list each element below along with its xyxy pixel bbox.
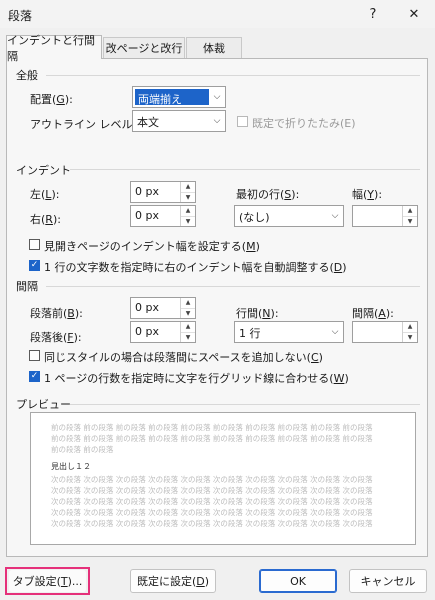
indent-width-input[interactable]: ▲ ▼ [352, 205, 418, 227]
snap-to-grid-checkbox[interactable]: ✓ [29, 371, 40, 382]
space-after-label: 段落後(F): [30, 331, 82, 344]
preview-current-text: 見出し１２ [51, 462, 91, 471]
preview-next-line: 次の段落 次の段落 次の段落 次の段落 次の段落 次の段落 次の段落 次の段落 … [51, 508, 373, 517]
collapse-default-label: 既定で折りたたみ(E) [252, 117, 356, 130]
preview-prev-line: 前の段落 前の段落 [51, 445, 114, 454]
preview-next-line: 次の段落 次の段落 次の段落 次の段落 次の段落 次の段落 次の段落 次の段落 … [51, 475, 373, 484]
first-line-label: 最初の行(S): [236, 188, 300, 201]
dialog-title: 段落 [8, 9, 33, 23]
cancel-button[interactable]: キャンセル [349, 569, 427, 593]
chevron-down-icon: ⌵ [213, 92, 221, 102]
spin-up-icon[interactable]: ▲ [181, 298, 195, 309]
preview-next-line: 次の段落 次の段落 次の段落 次の段落 次の段落 次の段落 次の段落 次の段落 … [51, 486, 373, 495]
line-spacing-label: 行間(N): [236, 307, 279, 320]
space-after-value: 0 px [135, 325, 159, 338]
spin-down-icon[interactable]: ▼ [181, 333, 195, 343]
preview-box: 前の段落 前の段落 前の段落 前の段落 前の段落 前の段落 前の段落 前の段落 … [30, 412, 416, 545]
preview-next-line: 次の段落 次の段落 次の段落 次の段落 次の段落 次の段落 次の段落 次の段落 … [51, 519, 373, 528]
general-heading: 全般 [16, 69, 38, 82]
spacing-at-label: 間隔(A): [352, 307, 394, 320]
spin-up-icon[interactable]: ▲ [181, 182, 195, 193]
spacing-heading: 間隔 [16, 280, 38, 293]
chevron-down-icon: ⌵ [331, 211, 339, 221]
collapse-default-checkbox[interactable] [237, 116, 248, 127]
indent-left-input[interactable]: 0 px ▲ ▼ [130, 181, 196, 203]
spacing-at-input[interactable]: ▲ ▼ [352, 321, 418, 343]
alignment-label: 配置(G): [30, 93, 73, 106]
indent-heading: インデント [16, 164, 71, 177]
indent-left-label: 左(L): [30, 188, 60, 201]
preview-prev-line: 前の段落 前の段落 前の段落 前の段落 前の段落 前の段落 前の段落 前の段落 … [51, 423, 373, 432]
indent-left-value: 0 px [135, 185, 159, 198]
spin-up-icon[interactable]: ▲ [403, 322, 417, 333]
mirror-indents-label: 見開きページのインデント幅を設定する(M) [44, 240, 260, 253]
title-bar: 段落 ? ✕ [0, 0, 435, 28]
set-as-default-button[interactable]: 既定に設定(D) [130, 569, 216, 593]
divider [46, 75, 420, 76]
preview-heading: プレビュー [16, 398, 71, 411]
indent-width-label: 幅(Y): [352, 188, 383, 201]
chevron-down-icon: ⌵ [331, 327, 339, 337]
alignment-value: 両端揃え [138, 93, 182, 106]
ok-button[interactable]: OK [259, 569, 337, 593]
space-before-input[interactable]: 0 px ▲ ▼ [130, 297, 196, 319]
divider [70, 169, 420, 170]
tab-line-page-breaks[interactable]: 改ページと改行 [103, 37, 185, 58]
help-button[interactable]: ? [355, 2, 391, 26]
indent-right-input[interactable]: 0 px ▲ ▼ [130, 205, 196, 227]
no-space-same-style-checkbox[interactable] [29, 350, 40, 361]
tab-indent-spacing[interactable]: インデントと行間隔 [6, 34, 102, 63]
tab-settings-button[interactable]: タブ設定(T)... [9, 570, 86, 592]
line-spacing-dropdown[interactable]: 1 行 ⌵ [234, 321, 344, 343]
outline-level-value: 本文 [137, 116, 159, 129]
space-before-value: 0 px [135, 301, 159, 314]
auto-adjust-indent-checkbox[interactable]: ✓ [29, 260, 40, 271]
spin-down-icon[interactable]: ▼ [181, 309, 195, 319]
spin-down-icon[interactable]: ▼ [181, 193, 195, 203]
line-spacing-value: 1 行 [239, 327, 261, 340]
alignment-dropdown[interactable]: 両端揃え ⌵ [132, 86, 226, 108]
space-before-label: 段落前(B): [30, 307, 83, 320]
space-before-spinner[interactable]: ▲ ▼ [180, 298, 195, 318]
outline-level-dropdown[interactable]: 本文 ⌵ [132, 110, 226, 132]
space-after-spinner[interactable]: ▲ ▼ [180, 322, 195, 342]
spin-up-icon[interactable]: ▲ [181, 322, 195, 333]
spin-down-icon[interactable]: ▼ [403, 217, 417, 227]
close-icon[interactable]: ✕ [396, 2, 432, 26]
spin-up-icon[interactable]: ▲ [403, 206, 417, 217]
snap-to-grid-label: 1 ページの行数を指定時に文字を行グリッド線に合わせる(W) [44, 372, 349, 385]
chevron-down-icon: ⌵ [213, 116, 221, 126]
first-line-value: (なし) [239, 211, 270, 224]
tab-asian-typography[interactable]: 体裁 [186, 37, 242, 58]
preview-prev-line: 前の段落 前の段落 前の段落 前の段落 前の段落 前の段落 前の段落 前の段落 … [51, 434, 373, 443]
indent-right-value: 0 px [135, 209, 159, 222]
divider [70, 404, 420, 405]
indent-left-spinner[interactable]: ▲ ▼ [180, 182, 195, 202]
divider [46, 286, 420, 287]
spacing-at-spinner[interactable]: ▲ ▼ [402, 322, 417, 342]
first-line-dropdown[interactable]: (なし) ⌵ [234, 205, 344, 227]
indent-right-spinner[interactable]: ▲ ▼ [180, 206, 195, 226]
no-space-same-style-label: 同じスタイルの場合は段落間にスペースを追加しない(C) [44, 351, 323, 364]
spin-up-icon[interactable]: ▲ [181, 206, 195, 217]
spin-down-icon[interactable]: ▼ [403, 333, 417, 343]
spin-down-icon[interactable]: ▼ [181, 217, 195, 227]
space-after-input[interactable]: 0 px ▲ ▼ [130, 321, 196, 343]
indent-right-label: 右(R): [30, 213, 61, 226]
indent-width-spinner[interactable]: ▲ ▼ [402, 206, 417, 226]
preview-next-line: 次の段落 次の段落 次の段落 次の段落 次の段落 次の段落 次の段落 次の段落 … [51, 497, 373, 506]
mirror-indents-checkbox[interactable] [29, 239, 40, 250]
auto-adjust-indent-label: 1 行の文字数を指定時に右のインデント幅を自動調整する(D) [44, 261, 347, 274]
